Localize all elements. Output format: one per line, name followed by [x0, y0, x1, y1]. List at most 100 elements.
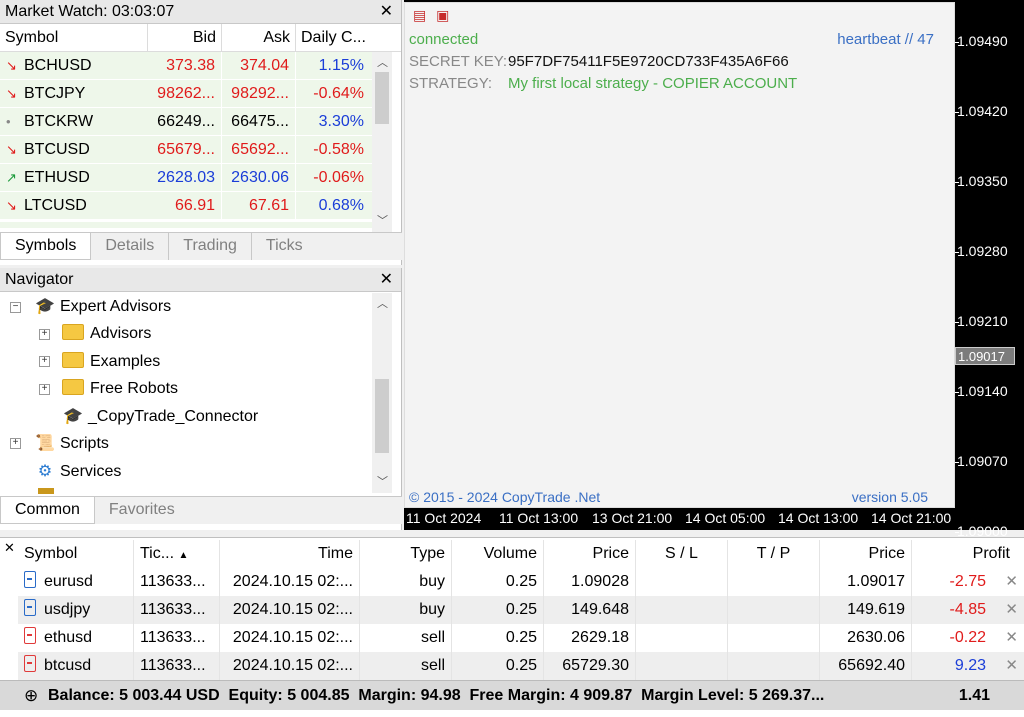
market-watch-row[interactable]: ↗ ETHUSD 2628.03 2630.06 -0.06%: [0, 164, 372, 192]
scrollbar-thumb[interactable]: [375, 379, 389, 453]
current-price-cell: 2630.06: [820, 624, 912, 652]
close-icon[interactable]: ✕: [380, 0, 393, 24]
plus-circle-icon[interactable]: ⊕: [24, 681, 38, 711]
arrow-down-icon: ↘: [6, 58, 17, 73]
trade-row[interactable]: eurusd 113633... 2024.10.15 02:... buy 0.25 1…: [18, 568, 1024, 596]
chevron-down-icon[interactable]: ﹀: [377, 212, 388, 228]
column-header-sl[interactable]: S / L: [636, 540, 728, 568]
column-header-tp[interactable]: T / P: [728, 540, 820, 568]
arrow-down-icon: ↘: [6, 142, 17, 157]
price-tick: [955, 322, 959, 323]
column-header-symbol[interactable]: Symbol: [18, 540, 134, 568]
sl-cell[interactable]: [636, 568, 728, 596]
market-watch-row[interactable]: ↘ BTCJPY 98262... 98292... -0.64%: [0, 80, 372, 108]
symbol-cell: ethusd: [18, 624, 134, 652]
tree-item-examples[interactable]: Examples: [62, 348, 160, 375]
market-watch-row[interactable]: ↘ BCHUSD 373.38 374.04 1.15%: [0, 52, 372, 80]
close-icon[interactable]: ✕: [380, 268, 393, 292]
tree-label: _CopyTrade_Connector: [88, 408, 259, 425]
column-header-profit[interactable]: Profit: [912, 540, 1016, 568]
column-header-volume[interactable]: Volume: [452, 540, 544, 568]
trade-row[interactable]: usdjpy 113633... 2024.10.15 02:... buy 0.25 1…: [18, 596, 1024, 624]
close-position-icon[interactable]: ✕: [1005, 568, 1018, 596]
current-price-cell: 149.619: [820, 596, 912, 624]
trade-row[interactable]: ethusd 113633... 2024.10.15 02:... sell 0.25…: [18, 624, 1024, 652]
scrollbar-thumb[interactable]: [375, 72, 389, 124]
book-icon[interactable]: ▤: [413, 7, 426, 23]
time-axis-label: 11 Oct 2024: [406, 510, 482, 526]
tree-item-advisors[interactable]: Advisors: [62, 320, 151, 347]
tab-favorites[interactable]: Favorites: [95, 497, 189, 524]
column-header-symbol[interactable]: Symbol: [0, 24, 148, 51]
tab-common[interactable]: Common: [0, 497, 95, 524]
tree-item-scripts[interactable]: 📜 Scripts: [34, 430, 109, 457]
symbol-cell: usdjpy: [18, 596, 134, 624]
copytrade-info-panel: ▤ ▣ connected heartbeat // 47 SECRET KEY…: [404, 2, 955, 508]
tp-cell[interactable]: [728, 568, 820, 596]
symbol-name: usdjpy: [44, 601, 91, 618]
chevron-up-icon[interactable]: ︿: [377, 54, 388, 70]
column-header-price[interactable]: Price: [544, 540, 636, 568]
tp-cell[interactable]: [728, 652, 820, 680]
chevron-up-icon[interactable]: ︿: [377, 295, 388, 311]
tp-cell[interactable]: [728, 624, 820, 652]
trade-row[interactable]: btcusd 113633... 2024.10.15 02:... sell 0.25…: [18, 652, 1024, 680]
tree-item-expert-advisors[interactable]: 🎓 Expert Advisors: [34, 293, 171, 320]
collapse-icon[interactable]: −: [10, 302, 21, 313]
gift-icon[interactable]: ▣: [436, 7, 449, 23]
column-header-current-price[interactable]: Price: [820, 540, 912, 568]
column-header-ticket[interactable]: Tic... ▲: [134, 540, 220, 568]
market-watch-row[interactable]: ↘ BTCUSD 65679... 65692... -0.58%: [0, 136, 372, 164]
expand-icon[interactable]: +: [39, 329, 50, 340]
market-watch-rows: ↘ BCHUSD 373.38 374.04 1.15% ↘ BTCJPY 98262... 9…: [0, 52, 401, 220]
column-header-time[interactable]: Time: [220, 540, 360, 568]
symbol-name: BTCJPY: [24, 85, 86, 102]
tab-symbols[interactable]: Symbols: [0, 233, 92, 260]
tab-details[interactable]: Details: [91, 233, 170, 260]
column-header-daily-change[interactable]: Daily C...: [296, 24, 372, 51]
market-watch-title: Market Watch: 03:03:07: [5, 3, 175, 20]
symbol-name: btcusd: [44, 657, 92, 674]
trade-panel: ✕ Symbol Tic... ▲ Time Type Volume Price…: [0, 537, 1024, 717]
close-position-icon[interactable]: ✕: [1005, 624, 1018, 652]
price-axis-label: 1.09350: [957, 173, 1008, 189]
market-watch-panel: Market Watch: 03:03:07 ✕ Symbol Bid Ask …: [0, 0, 402, 265]
bid-cell: 66249...: [148, 108, 222, 135]
close-position-icon[interactable]: ✕: [1005, 652, 1018, 680]
ask-cell: 67.61: [222, 192, 296, 219]
tp-cell[interactable]: [728, 596, 820, 624]
expand-icon[interactable]: +: [10, 438, 21, 449]
market-watch-title-bar: Market Watch: 03:03:07 ✕: [0, 0, 401, 24]
market-watch-scrollbar[interactable]: ︿ ﹀: [372, 52, 392, 232]
chevron-down-icon[interactable]: ﹀: [377, 473, 388, 489]
connection-status: connected: [409, 31, 479, 48]
column-header-type[interactable]: Type: [360, 540, 452, 568]
sl-cell[interactable]: [636, 596, 728, 624]
tree-item-copytrade-connector[interactable]: 🎓 _CopyTrade_Connector: [62, 403, 258, 430]
tree-item-free-robots[interactable]: Free Robots: [62, 375, 178, 402]
expand-icon[interactable]: +: [39, 384, 50, 395]
column-header-ask[interactable]: Ask: [222, 24, 296, 51]
expand-icon[interactable]: +: [39, 356, 50, 367]
market-watch-row[interactable]: ↘ LTCUSD 66.91 67.61 0.68%: [0, 192, 372, 220]
market-watch-row[interactable]: • BTCKRW 66249... 66475... 3.30%: [0, 108, 372, 136]
close-position-icon[interactable]: ✕: [1005, 596, 1018, 624]
close-icon[interactable]: ✕: [4, 540, 15, 556]
tab-ticks[interactable]: Ticks: [252, 233, 317, 260]
column-header-bid[interactable]: Bid: [148, 24, 222, 51]
sort-up-icon: ▲: [178, 550, 189, 561]
arrow-down-icon: ↘: [6, 86, 17, 101]
ask-cell: 66475...: [222, 108, 296, 135]
sl-cell[interactable]: [636, 624, 728, 652]
sl-cell[interactable]: [636, 652, 728, 680]
symbol-cell: ↘ BCHUSD: [0, 52, 148, 79]
current-price-cell: 65692.40: [820, 652, 912, 680]
navigator-scrollbar[interactable]: ︿ ﹀: [372, 293, 392, 493]
tree-item-services[interactable]: ⚙ Services: [34, 458, 122, 485]
volume-cell: 0.25: [452, 652, 544, 680]
arrow-up-icon: ↗: [6, 170, 17, 185]
tree-label: Examples: [90, 353, 161, 370]
tab-trading[interactable]: Trading: [169, 233, 252, 260]
copyright-link[interactable]: © 2015 - 2024 CopyTrade .Net: [409, 489, 600, 505]
volume-cell: 0.25: [452, 596, 544, 624]
